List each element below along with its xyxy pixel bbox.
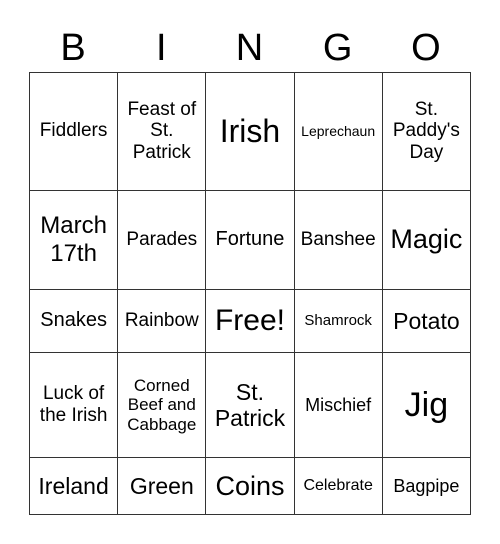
bingo-cell[interactable]: Parades	[117, 189, 207, 291]
bingo-cell[interactable]: Celebrate	[293, 457, 383, 515]
header-letter-i: I	[156, 27, 167, 69]
grid-row: Fiddlers Feast of St. Patrick Irish Lepr…	[28, 72, 472, 191]
grid-row: Luck of the Irish Corned Beef and Cabbag…	[28, 351, 472, 459]
bingo-grid: Fiddlers Feast of St. Patrick Irish Lepr…	[28, 72, 472, 515]
bingo-cell[interactable]: Jig	[381, 351, 472, 459]
bingo-cell[interactable]: Bagpipe	[381, 457, 472, 515]
bingo-cell[interactable]: St. Paddy's Day	[381, 72, 472, 191]
free-space-cell[interactable]: Free!	[205, 289, 295, 353]
bingo-header: B I N G O	[29, 24, 470, 72]
bingo-cell[interactable]: Banshee	[293, 189, 383, 291]
grid-row: Snakes Rainbow Free! Shamrock Potato	[28, 289, 472, 353]
bingo-cell[interactable]: St. Patrick	[205, 351, 295, 459]
header-letter-g: G	[322, 27, 353, 69]
header-letter-o: O	[411, 27, 441, 69]
bingo-cell[interactable]: Mischief	[293, 351, 383, 459]
header-letter-b: B	[60, 27, 86, 69]
bingo-cell[interactable]: Magic	[381, 189, 472, 291]
bingo-cell[interactable]: March 17th	[28, 189, 119, 291]
bingo-cell[interactable]: Corned Beef and Cabbage	[117, 351, 207, 459]
bingo-cell[interactable]: Shamrock	[293, 289, 383, 353]
bingo-cell[interactable]: Coins	[205, 457, 295, 515]
bingo-cell[interactable]: Rainbow	[117, 289, 207, 353]
bingo-cell[interactable]: Leprechaun	[293, 72, 383, 191]
grid-row: Ireland Green Coins Celebrate Bagpipe	[28, 457, 472, 515]
bingo-cell[interactable]: Green	[117, 457, 207, 515]
bingo-cell[interactable]: Fiddlers	[28, 72, 119, 191]
bingo-cell[interactable]: Feast of St. Patrick	[117, 72, 207, 191]
header-letter-n: N	[235, 27, 264, 69]
bingo-cell[interactable]: Luck of the Irish	[28, 351, 119, 459]
bingo-cell[interactable]: Fortune	[205, 189, 295, 291]
grid-row: March 17th Parades Fortune Banshee Magic	[28, 189, 472, 291]
bingo-cell[interactable]: Ireland	[28, 457, 119, 515]
bingo-cell[interactable]: Irish	[205, 72, 295, 191]
bingo-cell[interactable]: Potato	[381, 289, 472, 353]
bingo-cell[interactable]: Snakes	[28, 289, 119, 353]
